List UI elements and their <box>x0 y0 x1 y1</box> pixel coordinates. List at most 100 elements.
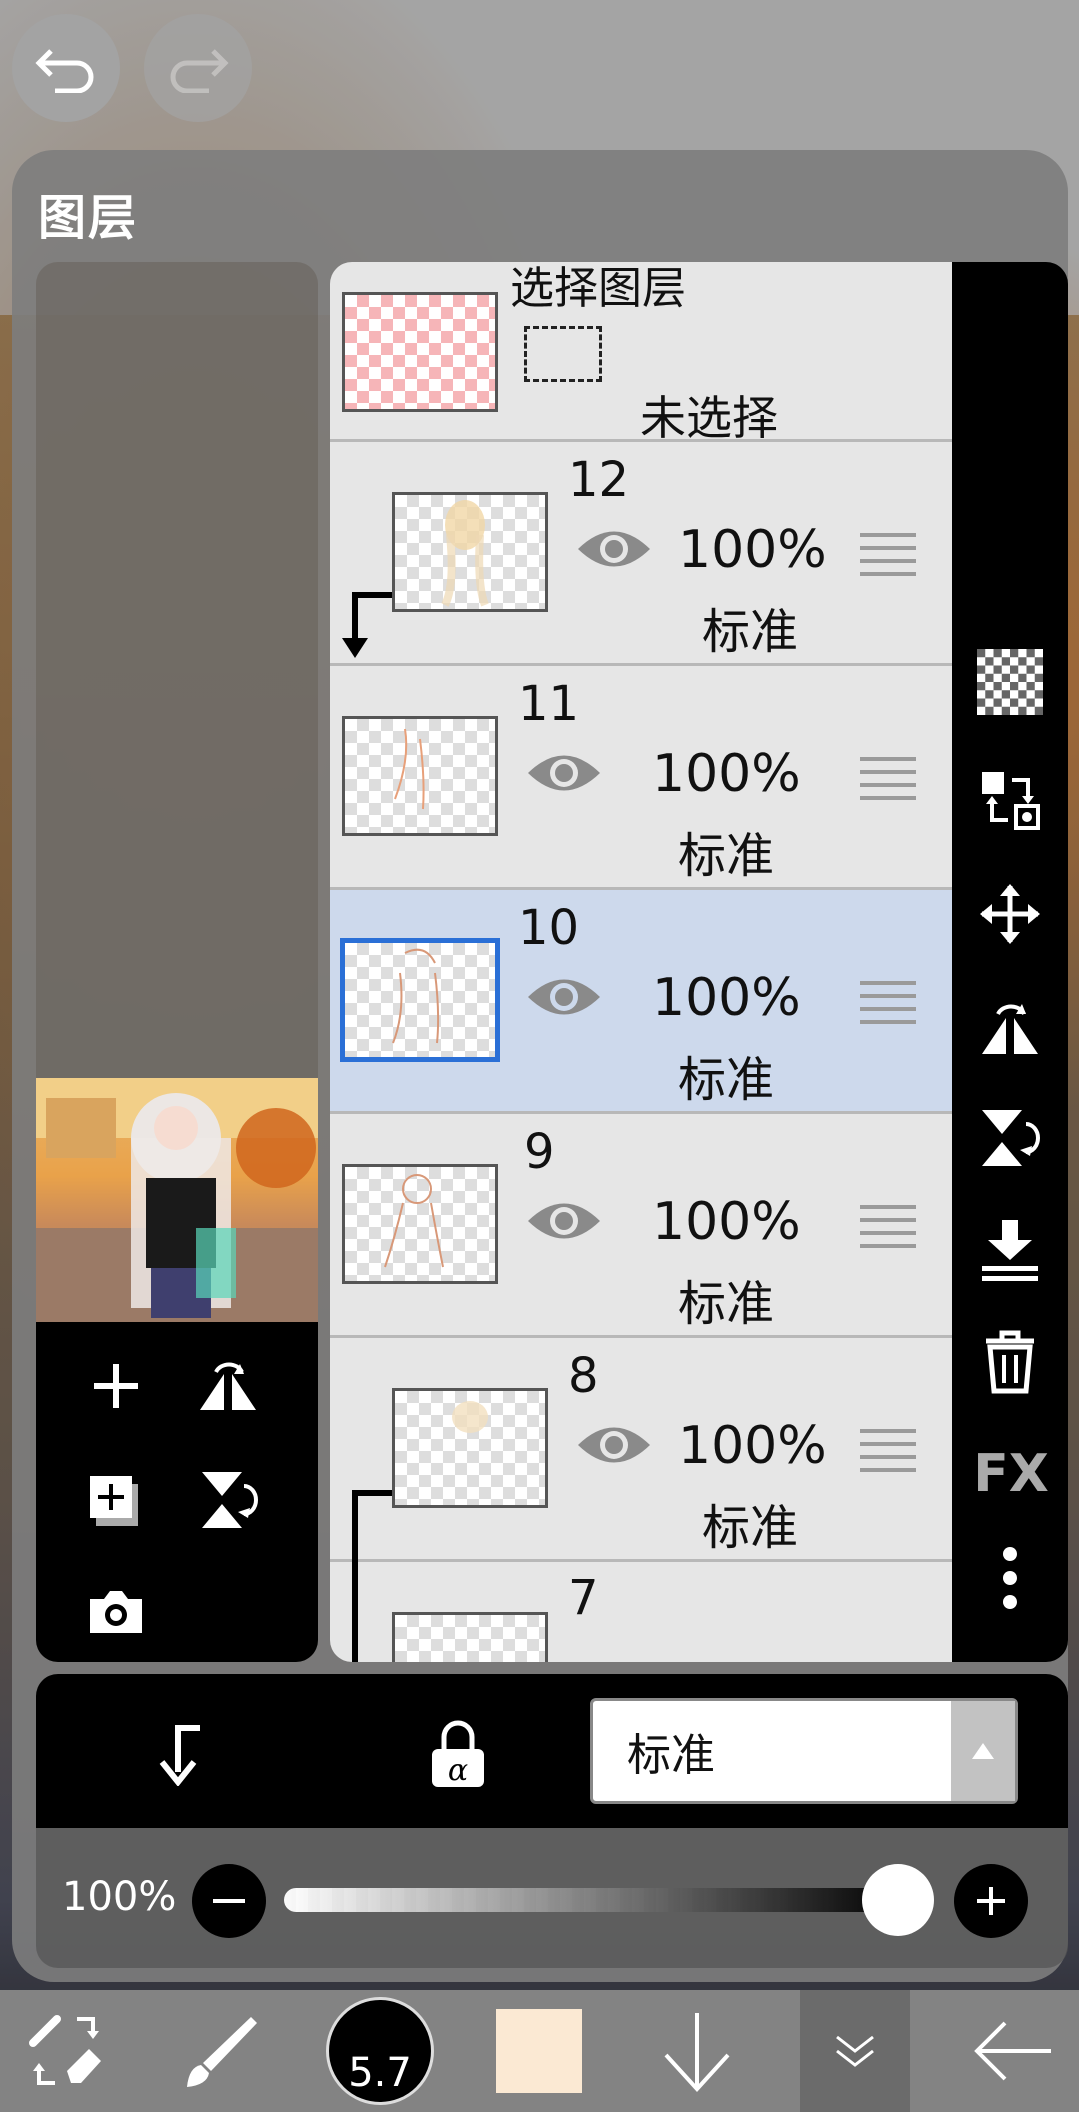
layer-blend-mode: 标准 <box>702 604 799 660</box>
layer-blend-mode: 标准 <box>678 828 775 884</box>
layer-thumbnail <box>392 1388 548 1508</box>
swap-layer-button[interactable] <box>970 760 1050 840</box>
clip-arrow-icon <box>342 638 368 658</box>
more-options-button[interactable] <box>970 1538 1050 1618</box>
blend-mode-dropdown[interactable]: 标准 <box>590 1698 1018 1804</box>
flip-layer-vertical-button[interactable] <box>970 1098 1050 1178</box>
layer-row-selected[interactable]: 10 100% 标准 <box>330 890 952 1114</box>
layer-row[interactable]: 7 <box>330 1562 952 1662</box>
fx-button[interactable]: FX <box>966 1434 1056 1514</box>
brush-size-value: 5.7 <box>348 2050 412 2096</box>
layer-panel: 图层 选择图层 未选择 12 100% 标准 11 100% 标准 10 100… <box>12 150 1068 1982</box>
layer-thumbnail <box>342 1164 498 1284</box>
selection-layer-row[interactable]: 选择图层 未选择 <box>330 262 952 445</box>
add-copy-layer-button[interactable] <box>76 1460 156 1540</box>
layer-opacity: 100% <box>652 744 801 804</box>
clip-arrow-icon <box>159 1725 200 1786</box>
opacity-slider[interactable] <box>284 1888 904 1912</box>
layer-right-toolbar: FX <box>952 262 1068 1662</box>
flip-horizontal-icon <box>200 1362 256 1410</box>
layer-row[interactable]: 12 100% 标准 <box>330 442 952 666</box>
visibility-eye-icon[interactable] <box>524 748 604 798</box>
layer-blend-mode: 标准 <box>678 1052 775 1108</box>
layer-down-button[interactable] <box>652 1990 742 2112</box>
layer-opacity: 100% <box>652 968 801 1028</box>
chevron-down-icon <box>836 2035 874 2067</box>
bottom-toolbar: 5.7 <box>0 1990 1079 2112</box>
visibility-eye-icon[interactable] <box>524 972 604 1022</box>
opacity-bar: 100% <box>36 1828 1068 1968</box>
layer-list[interactable]: 选择图层 未选择 12 100% 标准 11 100% 标准 10 100% 标… <box>330 262 952 1662</box>
selection-status: 未选择 <box>640 391 778 445</box>
color-picker-button[interactable] <box>494 1990 584 2112</box>
duplicate-layer-icon <box>90 1476 138 1526</box>
layer-row[interactable]: 8 100% 标准 <box>330 1338 952 1570</box>
current-color-swatch <box>496 2009 582 2093</box>
plus-icon <box>94 1364 138 1408</box>
layer-opacity: 100% <box>652 1192 801 1252</box>
redo-button[interactable] <box>144 14 252 122</box>
flip-vertical-icon <box>982 1110 1040 1166</box>
layer-number: 10 <box>518 900 580 956</box>
dropdown-arrow-icon <box>951 1701 1015 1801</box>
tool-switch-button[interactable] <box>22 1990 112 2112</box>
plus-icon <box>977 1887 1005 1915</box>
import-photo-button[interactable] <box>76 1572 156 1652</box>
character-preview-image <box>36 1078 318 1322</box>
camera-icon <box>90 1591 142 1633</box>
canvas-preview-thumbnail[interactable] <box>36 1078 318 1322</box>
add-layer-button[interactable] <box>76 1346 156 1426</box>
visibility-eye-icon[interactable] <box>524 1196 604 1246</box>
layer-row[interactable]: 9 100% 标准 <box>330 1114 952 1338</box>
selection-layer-title: 选择图层 <box>510 263 686 314</box>
opacity-slider-knob[interactable] <box>862 1864 934 1936</box>
drag-handle-icon[interactable] <box>860 1428 916 1472</box>
arrow-left-icon <box>974 2021 1051 2081</box>
move-layer-button[interactable] <box>970 874 1050 954</box>
layers-panel-button[interactable] <box>800 1990 910 2112</box>
brush-size-button[interactable]: 5.7 <box>324 1990 436 2112</box>
layer-number: 9 <box>524 1124 555 1180</box>
drag-handle-icon[interactable] <box>860 980 916 1024</box>
brush-icon <box>187 2017 257 2087</box>
delete-layer-button[interactable] <box>970 1322 1050 1402</box>
blend-bar: α 标准 <box>36 1674 1068 1828</box>
selection-marquee-icon <box>524 326 602 382</box>
layer-number: 12 <box>568 452 630 508</box>
layer-blend-mode: 标准 <box>678 1276 775 1332</box>
undo-button[interactable] <box>12 14 120 122</box>
flip-canvas-vertical-button[interactable] <box>188 1460 268 1540</box>
brush-eraser-swap-icon <box>29 2015 101 2085</box>
alpha-lock-button[interactable]: α <box>418 1712 498 1796</box>
layer-thumbnail <box>342 716 498 836</box>
brush-tool-button[interactable] <box>176 1990 266 2112</box>
opacity-decrease-button[interactable] <box>192 1864 266 1938</box>
clipping-button[interactable] <box>138 1714 218 1794</box>
drag-handle-icon[interactable] <box>860 1204 916 1248</box>
svg-text:α: α <box>448 1753 468 1788</box>
drag-handle-icon[interactable] <box>860 532 916 576</box>
layer-thumbnail <box>340 938 500 1062</box>
move-icon <box>980 884 1040 944</box>
opacity-increase-button[interactable] <box>954 1864 1028 1938</box>
visibility-eye-icon[interactable] <box>574 1420 654 1470</box>
more-icon <box>1003 1547 1017 1609</box>
layer-opacity: 100% <box>678 1416 827 1476</box>
arrow-down-icon <box>664 2013 730 2092</box>
swap-layer-icon <box>982 772 1040 830</box>
layer-thumbnail <box>392 1612 548 1662</box>
merge-down-button[interactable] <box>970 1210 1050 1290</box>
visibility-eye-icon[interactable] <box>574 524 654 574</box>
clip-connector <box>352 1562 358 1662</box>
drag-handle-icon[interactable] <box>860 756 916 800</box>
alpha-lock-icon: α <box>432 1720 484 1788</box>
layer-opacity: 100% <box>678 520 827 580</box>
layer-row[interactable]: 11 100% 标准 <box>330 666 952 890</box>
undo-icon <box>35 49 94 93</box>
flip-canvas-horizontal-button[interactable] <box>188 1346 268 1426</box>
selection-layer-thumbnail <box>342 292 498 412</box>
flip-layer-horizontal-button[interactable] <box>970 986 1050 1066</box>
clear-transparent-button[interactable] <box>970 642 1050 722</box>
clip-connector-h <box>352 1490 392 1496</box>
back-button[interactable] <box>968 1990 1058 2112</box>
